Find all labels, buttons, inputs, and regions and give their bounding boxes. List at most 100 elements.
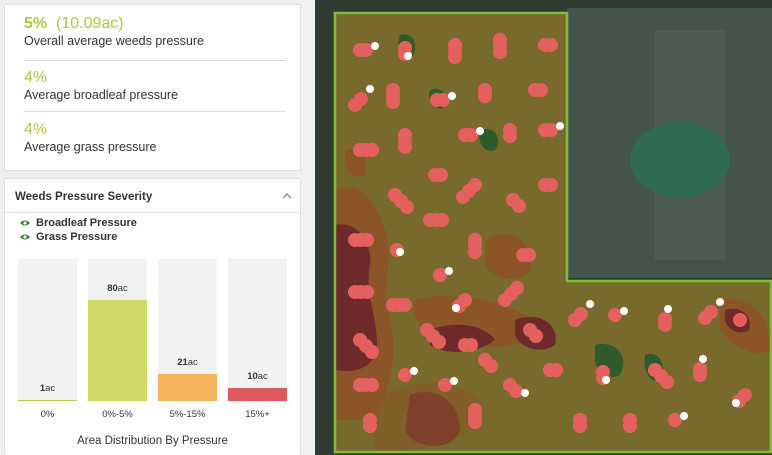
bar[interactable]	[88, 300, 147, 401]
broadleaf-marker[interactable]	[386, 95, 400, 109]
broadleaf-marker[interactable]	[468, 415, 482, 429]
grass-marker[interactable]	[476, 127, 484, 135]
distribution-title: Area Distribution By Pressure	[77, 435, 228, 447]
bar-track: 21ac	[158, 259, 217, 401]
grass-pressure-stat: 4% Average grass pressure	[24, 121, 282, 155]
grass-marker[interactable]	[452, 304, 460, 312]
broadleaf-marker[interactable]	[668, 413, 682, 427]
broadleaf-marker[interactable]	[398, 298, 412, 312]
broadleaf-marker[interactable]	[354, 92, 368, 106]
grass-marker[interactable]	[410, 367, 418, 375]
broadleaf-marker[interactable]	[365, 143, 379, 157]
grass-marker[interactable]	[396, 248, 404, 256]
pressure-summary-card: 5% (10.09ac) Overall average weeds press…	[4, 4, 301, 171]
divider	[24, 111, 286, 112]
grass-marker[interactable]	[664, 305, 672, 313]
bar-category-label: 0%	[40, 409, 55, 420]
grass-marker[interactable]	[716, 298, 724, 306]
broadleaf-marker[interactable]	[432, 335, 446, 349]
broadleaf-marker[interactable]	[464, 128, 478, 142]
broadleaf-marker[interactable]	[484, 359, 498, 373]
grass-marker[interactable]	[450, 377, 458, 385]
grass-marker[interactable]	[366, 85, 374, 93]
broadleaf-marker[interactable]	[544, 178, 558, 192]
legend-grass-label: Grass Pressure	[36, 231, 118, 243]
broadleaf-marker[interactable]	[733, 313, 747, 327]
broadleaf-marker[interactable]	[574, 307, 588, 321]
divider	[5, 212, 300, 213]
broadleaf-marker[interactable]	[365, 378, 379, 392]
broadleaf-marker[interactable]	[522, 248, 536, 262]
severity-card: Weeds Pressure Severity Broadleaf Pressu…	[4, 178, 301, 455]
broadleaf-marker[interactable]	[704, 305, 718, 319]
broadleaf-marker[interactable]	[512, 199, 526, 213]
broadleaf-marker[interactable]	[360, 285, 374, 299]
bar-category-label: 0%-5%	[102, 409, 133, 420]
broadleaf-marker[interactable]	[503, 129, 517, 143]
broadleaf-marker[interactable]	[365, 345, 379, 359]
grass-marker[interactable]	[448, 92, 456, 100]
broadleaf-marker[interactable]	[658, 312, 672, 326]
grass-marker[interactable]	[732, 399, 740, 407]
bar-track: 80ac	[88, 259, 147, 401]
broadleaf-marker[interactable]	[435, 213, 449, 227]
broadleaf-marker[interactable]	[438, 378, 452, 392]
broadleaf-marker[interactable]	[573, 419, 587, 433]
broadleaf-marker[interactable]	[436, 93, 450, 107]
broadleaf-marker[interactable]	[359, 43, 373, 57]
broadleaf-pressure-value: 4%	[24, 69, 48, 86]
severity-title: Weeds Pressure Severity	[15, 191, 153, 203]
broadleaf-marker[interactable]	[478, 89, 492, 103]
broadleaf-marker[interactable]	[608, 308, 622, 322]
bar[interactable]	[18, 400, 77, 401]
broadleaf-marker[interactable]	[448, 50, 462, 64]
grass-marker[interactable]	[445, 267, 453, 275]
bar-value-label: 10ac	[247, 371, 268, 382]
grass-marker[interactable]	[404, 52, 412, 60]
broadleaf-marker[interactable]	[464, 338, 478, 352]
grass-marker[interactable]	[521, 389, 529, 397]
broadleaf-marker[interactable]	[623, 419, 637, 433]
field-map[interactable]	[315, 0, 772, 455]
weed-pressure-map[interactable]	[315, 0, 772, 455]
grass-marker[interactable]	[680, 412, 688, 420]
broadleaf-marker[interactable]	[433, 268, 447, 282]
broadleaf-marker[interactable]	[434, 168, 448, 182]
broadleaf-marker[interactable]	[398, 140, 412, 154]
grass-marker[interactable]	[371, 42, 379, 50]
grass-marker[interactable]	[556, 122, 564, 130]
broadleaf-pressure-stat: 4% Average broadleaf pressure	[24, 69, 282, 103]
legend-grass[interactable]: Grass Pressure	[19, 231, 117, 243]
bar[interactable]	[158, 374, 217, 401]
broadleaf-marker[interactable]	[534, 83, 548, 97]
broadleaf-marker[interactable]	[468, 245, 482, 259]
legend-broadleaf[interactable]: Broadleaf Pressure	[19, 217, 137, 229]
broadleaf-marker[interactable]	[660, 375, 674, 389]
chevron-up-icon[interactable]	[282, 192, 292, 200]
sidebar: 5% (10.09ac) Overall average weeds press…	[0, 0, 303, 455]
eye-icon[interactable]	[19, 233, 31, 241]
overall-pressure-label: Overall average weeds pressure	[24, 34, 204, 48]
bar-track: 1ac	[18, 259, 77, 401]
grass-marker[interactable]	[699, 355, 707, 363]
broadleaf-marker[interactable]	[509, 384, 523, 398]
legend-broadleaf-label: Broadleaf Pressure	[36, 217, 137, 229]
broadleaf-marker[interactable]	[456, 190, 470, 204]
grass-marker[interactable]	[586, 300, 594, 308]
broadleaf-marker[interactable]	[400, 200, 414, 214]
broadleaf-marker[interactable]	[693, 362, 707, 376]
broadleaf-marker[interactable]	[529, 329, 543, 343]
broadleaf-marker[interactable]	[544, 123, 558, 137]
broadleaf-marker[interactable]	[398, 368, 412, 382]
broadleaf-marker[interactable]	[363, 419, 377, 433]
grass-marker[interactable]	[620, 307, 628, 315]
grass-marker[interactable]	[602, 376, 610, 384]
broadleaf-marker[interactable]	[493, 45, 507, 59]
broadleaf-marker[interactable]	[544, 38, 558, 52]
broadleaf-marker[interactable]	[510, 281, 524, 295]
bar-track: 10ac	[228, 259, 287, 401]
broadleaf-marker[interactable]	[549, 363, 563, 377]
eye-icon[interactable]	[19, 219, 31, 227]
broadleaf-marker[interactable]	[360, 233, 374, 247]
bar[interactable]	[228, 388, 287, 401]
